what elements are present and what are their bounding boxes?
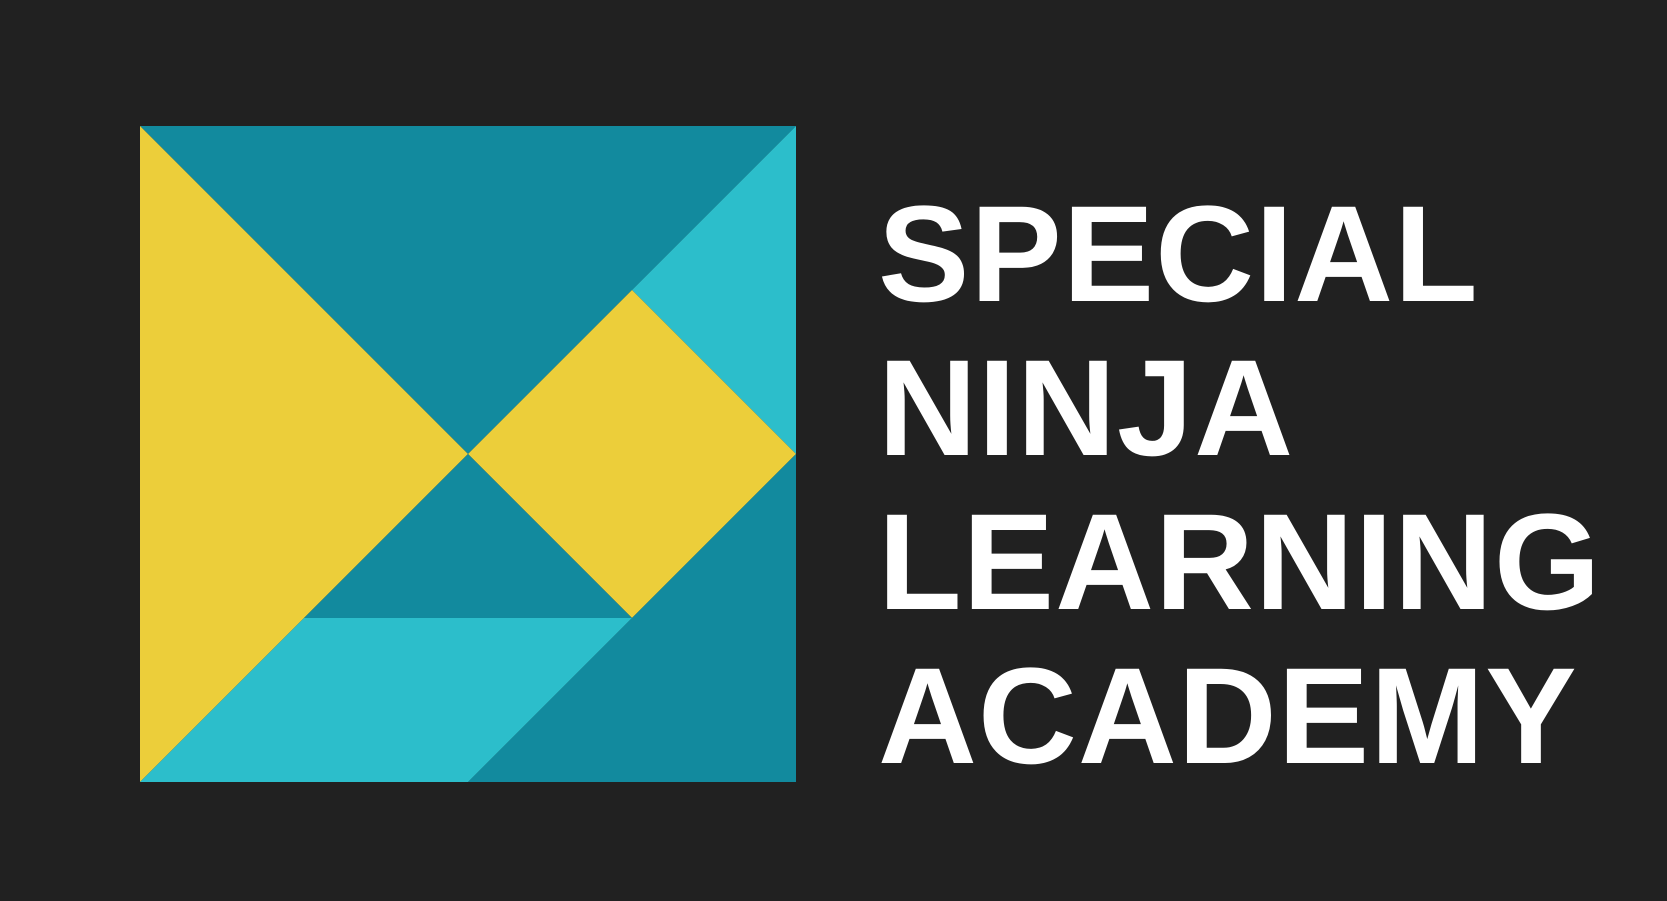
wordmark-line-3: LEARNING <box>878 486 1602 639</box>
academy-wordmark: SPECIAL NINJA LEARNING ACADEMY <box>878 178 1601 794</box>
logo-canvas: SPECIAL NINJA LEARNING ACADEMY <box>0 0 1667 901</box>
tangram-logo-mark <box>140 126 796 782</box>
tangram-square-icon <box>140 126 796 782</box>
wordmark-line-4: ACADEMY <box>878 640 1578 793</box>
wordmark-line-1: SPECIAL <box>878 178 1479 331</box>
wordmark-line-2: NINJA <box>878 332 1295 485</box>
